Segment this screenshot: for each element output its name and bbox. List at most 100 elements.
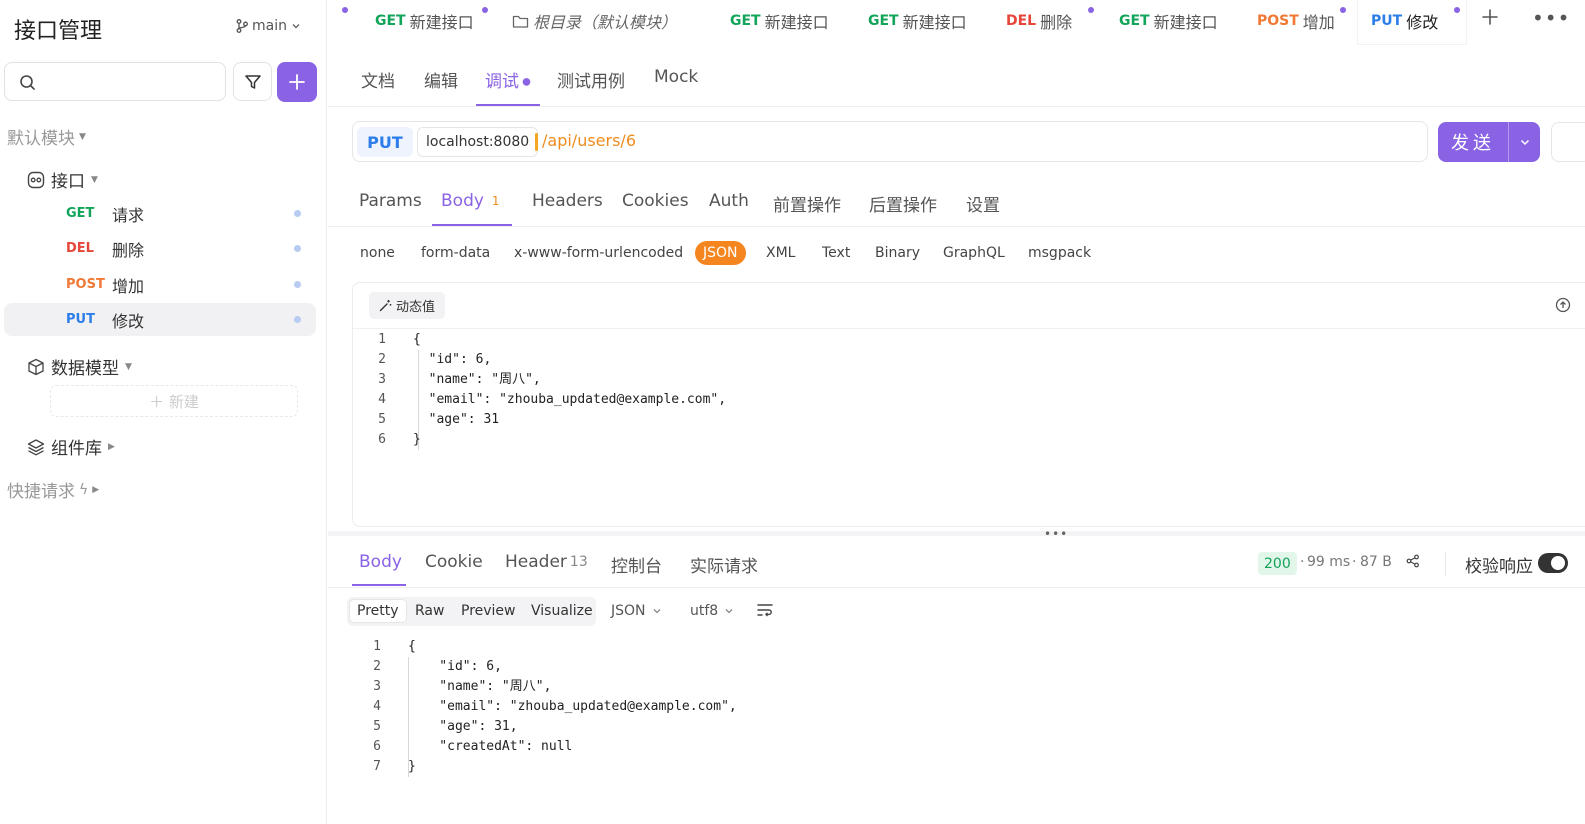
new-model-button[interactable]: ＋ 新建	[50, 385, 298, 417]
top-tab-put-active[interactable]: PUT 修改	[1371, 9, 1438, 33]
branch-selector[interactable]: main	[236, 18, 301, 34]
body-type-urlencoded[interactable]: x-www-form-urlencoded	[514, 245, 683, 261]
tab-method: PUT	[1371, 13, 1403, 29]
search-input[interactable]	[5, 63, 225, 100]
tab-headers[interactable]: Headers	[532, 191, 603, 211]
send-button[interactable]: 发送	[1438, 122, 1508, 162]
top-tab-get-new-3[interactable]: GET 新建接口	[868, 9, 967, 33]
body-type-json[interactable]: JSON	[695, 241, 746, 265]
top-tab-post[interactable]: POST 增加	[1257, 9, 1335, 33]
chevron-down-icon	[725, 609, 733, 614]
api-group[interactable]: 接口 ▼	[27, 167, 98, 192]
tab-dot	[1088, 7, 1094, 13]
top-tab-get-new-4[interactable]: GET 新建接口	[1119, 9, 1218, 33]
res-tab-console[interactable]: 控制台	[611, 552, 662, 577]
verify-response-toggle[interactable]	[1538, 553, 1568, 573]
tab-auth[interactable]: Auth	[709, 191, 749, 211]
dynamic-value-button[interactable]: 动态值	[369, 292, 446, 319]
body-type-selector: none form-data x-www-form-urlencoded JSO…	[328, 240, 1585, 270]
body-type-graphql[interactable]: GraphQL	[943, 245, 1005, 261]
method-label: PUT	[66, 312, 95, 327]
share-icon[interactable]	[1406, 554, 1420, 568]
tab-dot	[342, 7, 348, 13]
tab-label: 前置操作	[773, 196, 841, 216]
line-number: 3	[373, 679, 381, 694]
line-number: 4	[378, 392, 386, 407]
filter-button[interactable]	[233, 62, 272, 101]
default-module[interactable]: 默认模块 ▼	[7, 124, 86, 149]
chevron-down-icon	[1520, 139, 1529, 146]
view-pretty[interactable]: Pretty	[349, 599, 407, 623]
tab-doc[interactable]: 文档	[361, 67, 395, 92]
panel-splitter[interactable]	[328, 531, 1585, 536]
tab-label: Cookies	[622, 191, 689, 211]
body-type-binary[interactable]: Binary	[875, 245, 920, 261]
line-number: 2	[378, 352, 386, 367]
top-tab-del[interactable]: DEL 删除	[1006, 9, 1072, 33]
encoding-selector[interactable]: utf8	[690, 603, 734, 619]
tab-settings[interactable]: 设置	[966, 191, 1000, 216]
line-number: 6	[373, 739, 381, 754]
body-type-form-data[interactable]: form-data	[421, 245, 490, 261]
tab-debug-label: 调试	[485, 72, 519, 92]
drag-handle-icon[interactable]: •••	[1044, 527, 1068, 541]
search-box[interactable]	[4, 62, 226, 101]
tab-test-cases[interactable]: 测试用例	[557, 67, 625, 92]
sidebar-api-post[interactable]: POST 增加	[4, 268, 316, 301]
wrap-lines-icon[interactable]	[757, 603, 773, 617]
tab-params[interactable]: Params	[359, 191, 422, 211]
res-tab-cookie[interactable]: Cookie	[425, 552, 483, 572]
new-tab-button[interactable]	[1482, 6, 1498, 31]
view-preview[interactable]: Preview	[461, 603, 516, 619]
data-model-group[interactable]: 数据模型 ▼	[27, 354, 132, 379]
sidebar-api-get-request[interactable]: GET 请求	[4, 197, 316, 230]
upload-icon[interactable]	[1555, 297, 1571, 313]
res-tab-actual-request[interactable]: 实际请求	[690, 552, 758, 577]
res-tab-header[interactable]: Header 13	[505, 552, 588, 572]
dynamic-value-label: 动态值	[396, 300, 436, 315]
tab-edit[interactable]: 编辑	[424, 67, 458, 92]
sidebar: 接口管理 main 默认模块 ▼ 接口 ▼ GET 请求 DEL 删除 POST…	[0, 0, 327, 824]
response-time: 99 ms	[1307, 554, 1351, 570]
components-group[interactable]: 组件库 ▶	[27, 434, 115, 459]
save-button[interactable]	[1551, 122, 1585, 162]
sidebar-api-put[interactable]: PUT 修改	[4, 303, 316, 336]
url-path-input[interactable]: /api/users/6	[542, 131, 636, 150]
method-selector[interactable]: PUT	[357, 127, 413, 157]
tab-dot	[1454, 7, 1460, 13]
caret-right-icon: ▶	[108, 441, 115, 452]
top-tab-get-new-1[interactable]: GET 新建接口	[375, 9, 474, 33]
more-tabs-button[interactable]: •••	[1532, 6, 1570, 30]
line-number: 4	[373, 699, 381, 714]
code-line: "id": 6,	[408, 659, 502, 674]
res-tab-body[interactable]: Body	[359, 552, 402, 572]
sidebar-api-del[interactable]: DEL 删除	[4, 232, 316, 265]
line-number: 3	[378, 372, 386, 387]
tab-debug[interactable]: 调试 ●	[485, 67, 531, 92]
default-module-label: 默认模块	[7, 129, 75, 149]
body-type-none[interactable]: none	[360, 245, 395, 261]
top-tab-root-folder[interactable]: 根目录（默认模块）	[512, 9, 677, 33]
method-label: DEL	[66, 241, 94, 256]
quick-request[interactable]: 快捷请求 ϟ ▶	[7, 477, 99, 503]
tab-cookies[interactable]: Cookies	[622, 191, 689, 211]
tab-pre-operations[interactable]: 前置操作	[773, 191, 841, 216]
format-selector[interactable]: JSON	[611, 603, 662, 619]
body-type-text[interactable]: Text	[822, 245, 850, 261]
view-raw[interactable]: Raw	[415, 603, 444, 619]
body-type-msgpack[interactable]: msgpack	[1028, 245, 1091, 261]
data-model-label: 数据模型	[51, 359, 119, 379]
body-type-xml[interactable]: XML	[766, 245, 795, 261]
view-visualize[interactable]: Visualize	[531, 603, 593, 619]
api-folder-icon	[27, 171, 45, 188]
environment-host[interactable]: localhost:8080	[417, 127, 539, 157]
send-options-button[interactable]	[1508, 122, 1540, 162]
editor-toolbar: 动态值	[353, 283, 1585, 329]
tab-mock[interactable]: Mock	[654, 67, 698, 87]
top-tab-get-new-2[interactable]: GET 新建接口	[730, 9, 829, 33]
tab-body[interactable]: Body 1	[441, 191, 500, 211]
code-line: "name": "周八",	[413, 372, 541, 387]
request-tabs: Params Body 1 Headers Cookies Auth 前置操作 …	[328, 178, 1585, 227]
tab-post-operations[interactable]: 后置操作	[869, 191, 937, 216]
add-button[interactable]	[277, 62, 317, 102]
